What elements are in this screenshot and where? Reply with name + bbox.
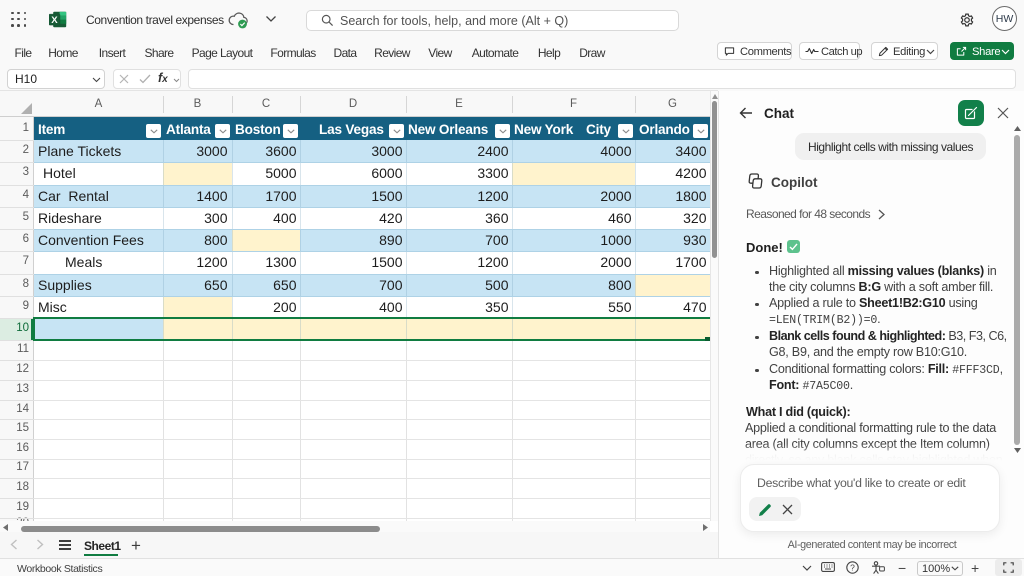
svg-text:?: ? — [850, 562, 855, 572]
svg-text:X: X — [51, 15, 58, 26]
